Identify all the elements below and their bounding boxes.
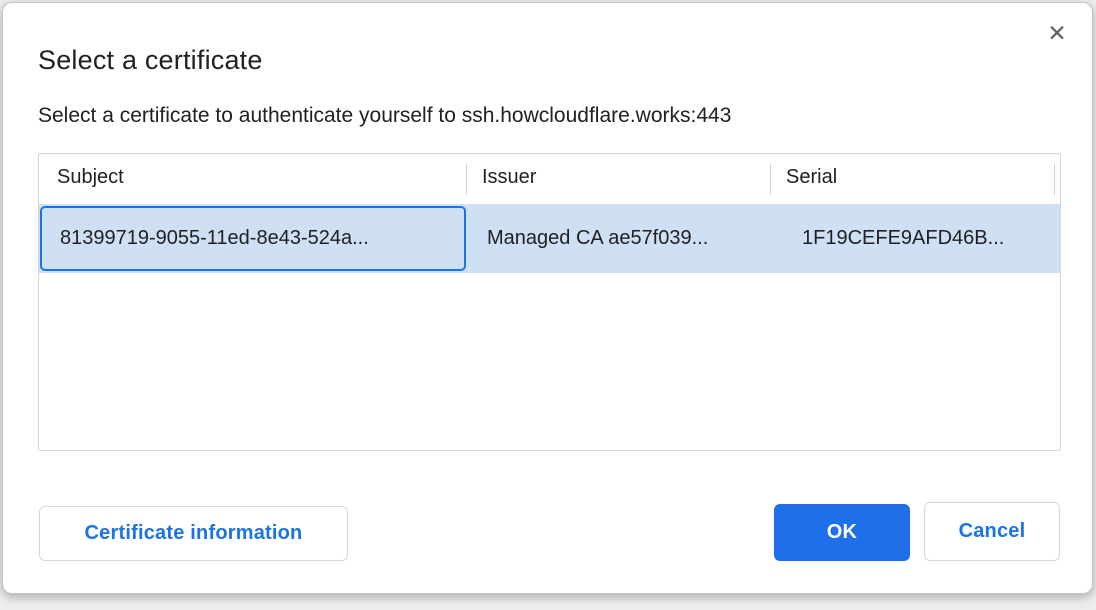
certificate-information-button[interactable]: Certificate information — [39, 506, 348, 561]
page-background: ✕ Select a certificate Select a certific… — [0, 0, 1096, 610]
dialog-subtitle: Select a certificate to authenticate you… — [38, 104, 731, 128]
column-header-issuer: Issuer — [482, 166, 536, 189]
certificate-select-dialog: ✕ Select a certificate Select a certific… — [2, 2, 1093, 594]
table-row-certificate[interactable]: 81399719-9055-11ed-8e43-524a... Managed … — [39, 204, 1060, 273]
column-header-serial: Serial — [786, 166, 837, 189]
certificate-table: Subject Issuer Serial 81399719-9055-11ed… — [38, 153, 1061, 451]
column-header-subject: Subject — [57, 166, 124, 189]
cell-issuer[interactable]: Managed CA ae57f039... — [487, 204, 708, 273]
ok-button[interactable]: OK — [774, 504, 910, 561]
column-divider — [770, 164, 771, 195]
cell-subject[interactable]: 81399719-9055-11ed-8e43-524a... — [60, 204, 369, 273]
cell-serial[interactable]: 1F19CEFE9AFD46B... — [802, 204, 1004, 273]
column-divider — [1054, 164, 1055, 195]
column-divider — [466, 164, 467, 195]
dialog-title: Select a certificate — [38, 45, 263, 76]
cancel-button[interactable]: Cancel — [924, 502, 1060, 561]
close-icon[interactable]: ✕ — [1039, 15, 1075, 51]
